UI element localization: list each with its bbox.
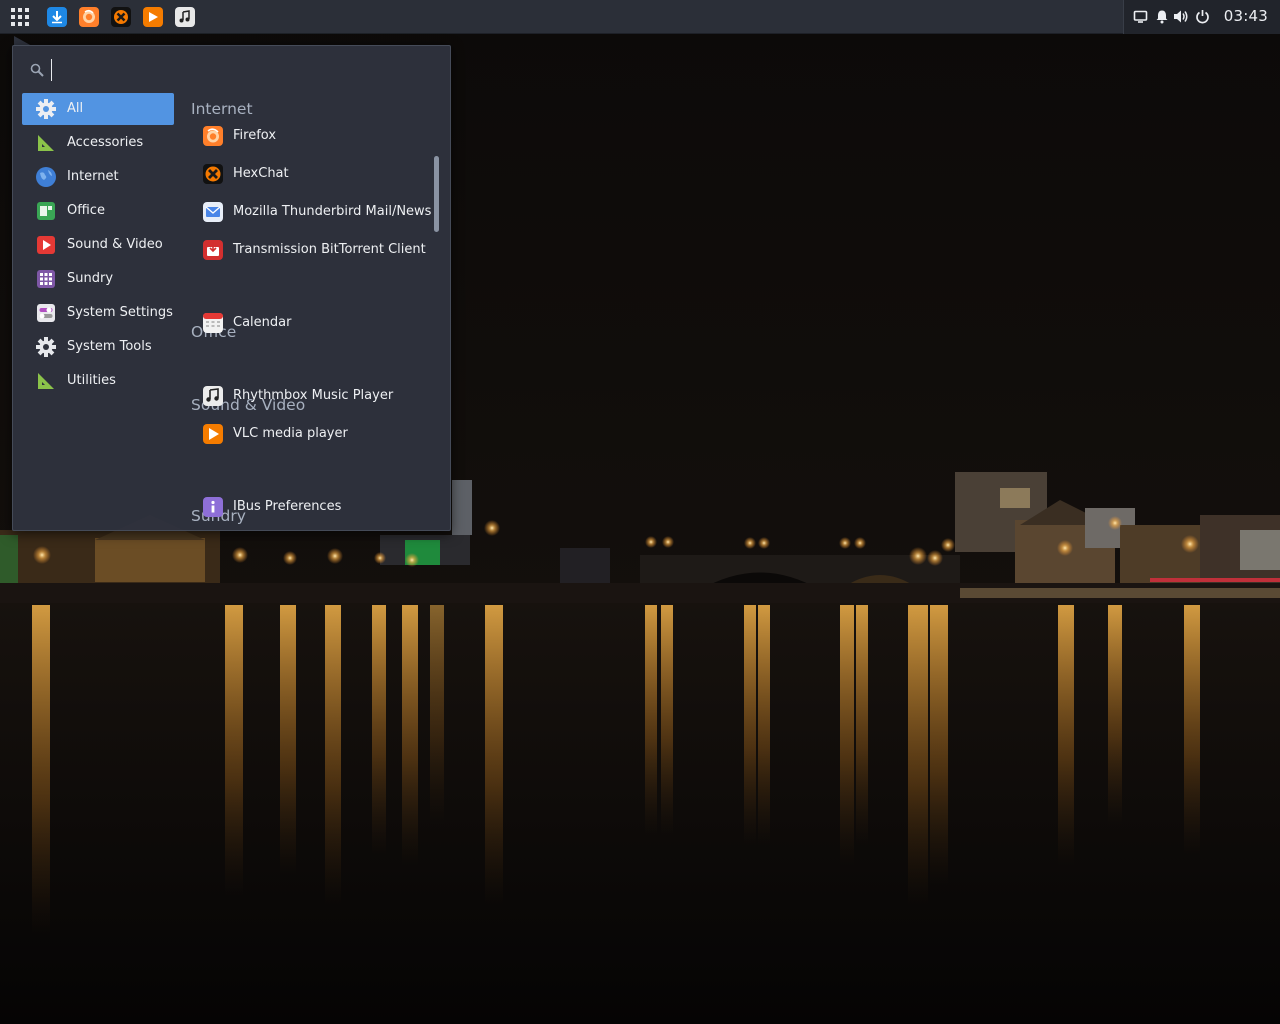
search-icon — [30, 63, 44, 77]
category-label: System Settings — [67, 305, 173, 320]
category-office[interactable]: Office — [22, 195, 174, 227]
launcher-music-player[interactable] — [173, 5, 197, 29]
category-sundry[interactable]: Sundry — [22, 263, 174, 295]
category-accessories[interactable]: Accessories — [22, 127, 174, 159]
app-label: VLC media player — [233, 426, 348, 441]
transmission-icon — [202, 239, 224, 261]
firefox-icon — [202, 125, 224, 147]
app-label: Transmission BitTorrent Client — [233, 242, 426, 257]
launcher-download[interactable] — [45, 5, 69, 29]
category-label: All — [67, 101, 84, 116]
application-menu: All Accessories Internet Office Sound & … — [12, 45, 451, 531]
app-thunderbird[interactable]: Mozilla Thunderbird Mail/News — [199, 197, 435, 227]
office-icon — [35, 200, 57, 222]
category-utilities[interactable]: Utilities — [22, 365, 174, 397]
app-calendar[interactable]: Calendar — [199, 308, 435, 338]
launcher-firefox[interactable] — [77, 5, 101, 29]
category-all[interactable]: All — [22, 93, 174, 125]
app-label: Mozilla Thunderbird Mail/News — [233, 204, 432, 219]
application-list: Internet Firefox HexChat Mozilla Thunder… — [183, 93, 435, 529]
app-label: IBus Preferences — [233, 499, 342, 514]
vlc-icon — [202, 423, 224, 445]
launcher-hexchat[interactable] — [109, 5, 133, 29]
download-icon — [47, 7, 67, 27]
category-system-settings[interactable]: System Settings — [22, 297, 174, 329]
gear-icon — [35, 336, 57, 358]
media-play-icon — [35, 234, 57, 256]
search-input[interactable] — [51, 58, 431, 82]
music-player-icon — [175, 7, 195, 27]
app-ibus-preferences[interactable]: IBus Preferences — [199, 492, 435, 522]
section-title-internet: Internet — [191, 100, 253, 118]
app-rhythmbox[interactable]: Rhythmbox Music Player — [199, 381, 435, 411]
calendar-icon — [202, 312, 224, 334]
category-internet[interactable]: Internet — [22, 161, 174, 193]
app-firefox[interactable]: Firefox — [199, 121, 435, 151]
category-system-tools[interactable]: System Tools — [22, 331, 174, 363]
app-menu-button[interactable] — [8, 5, 32, 29]
search-bar — [13, 46, 450, 92]
info-icon — [202, 496, 224, 518]
globe-icon — [35, 166, 57, 188]
gear-icon — [35, 98, 57, 120]
power-icon[interactable] — [1194, 8, 1211, 25]
category-label: Utilities — [67, 373, 116, 388]
clock[interactable]: 03:43 — [1224, 7, 1268, 25]
category-list: All Accessories Internet Office Sound & … — [22, 93, 174, 399]
category-label: System Tools — [67, 339, 152, 354]
category-label: Office — [67, 203, 105, 218]
scrollbar-thumb[interactable] — [434, 156, 439, 232]
set-square-icon — [35, 132, 57, 154]
toggle-settings-icon — [35, 302, 57, 324]
text-caret — [51, 59, 52, 81]
app-label: Firefox — [233, 128, 277, 143]
apps-grid-icon — [11, 8, 29, 26]
hexchat-icon — [202, 163, 224, 185]
grid-icon — [35, 268, 57, 290]
system-tray: 03:43 — [1123, 0, 1280, 34]
notification-display-icon[interactable] — [1132, 8, 1149, 25]
set-square-icon — [35, 370, 57, 392]
app-label: Rhythmbox Music Player — [233, 388, 394, 403]
app-label: Calendar — [233, 315, 292, 330]
bell-icon[interactable] — [1153, 8, 1170, 25]
category-label: Internet — [67, 169, 119, 184]
volume-icon[interactable] — [1172, 8, 1189, 25]
music-player-icon — [202, 385, 224, 407]
app-transmission[interactable]: Transmission BitTorrent Client — [199, 235, 435, 265]
firefox-icon — [79, 7, 99, 27]
hexchat-icon — [111, 7, 131, 27]
vlc-icon — [143, 7, 163, 27]
category-label: Sundry — [67, 271, 114, 286]
top-panel: 03:43 — [0, 0, 1280, 34]
category-label: Accessories — [67, 135, 144, 150]
category-label: Sound & Video — [67, 237, 163, 252]
mail-icon — [202, 201, 224, 223]
app-hexchat[interactable]: HexChat — [199, 159, 435, 189]
app-label: HexChat — [233, 166, 289, 181]
launcher-vlc[interactable] — [141, 5, 165, 29]
category-sound-video[interactable]: Sound & Video — [22, 229, 174, 261]
app-vlc[interactable]: VLC media player — [199, 419, 435, 449]
